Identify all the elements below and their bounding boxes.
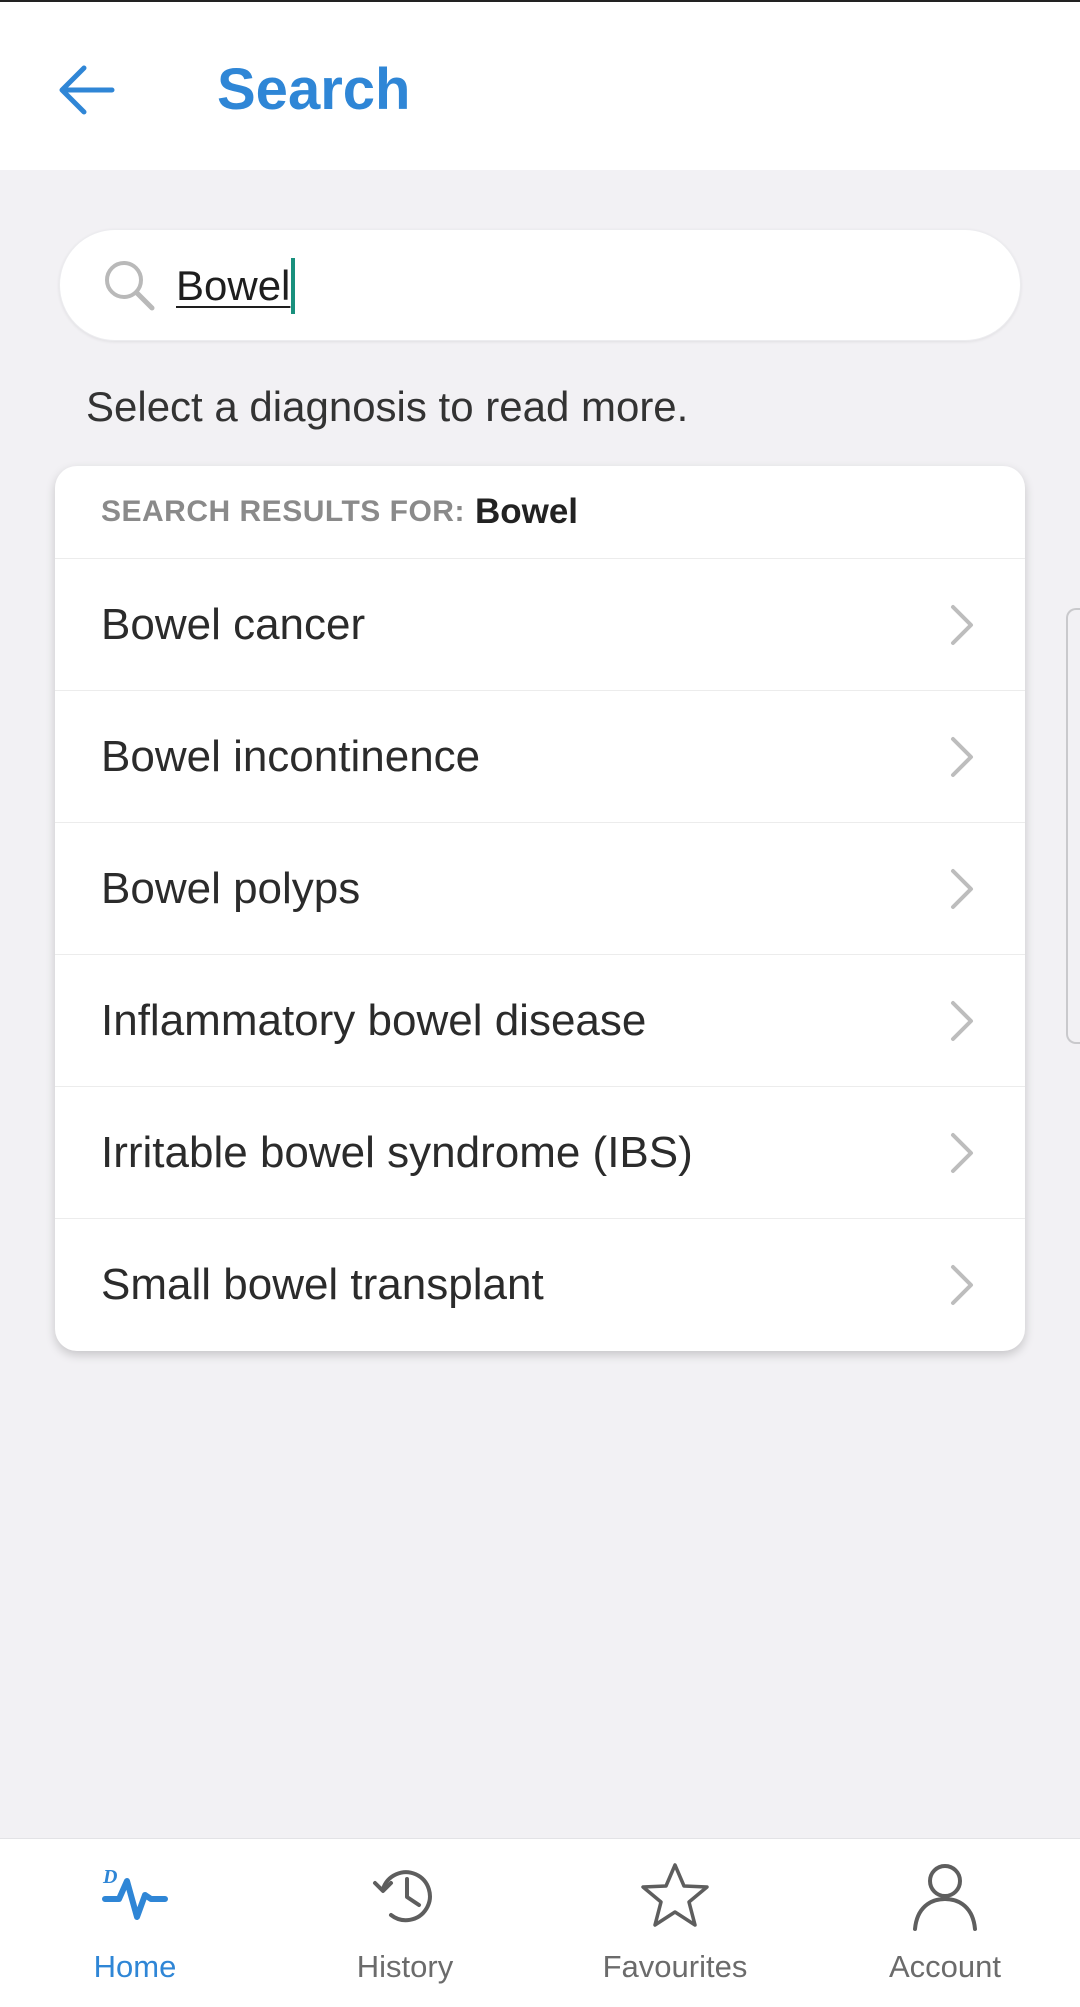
nav-item-account[interactable]: Account — [810, 1839, 1080, 2007]
search-icon — [105, 261, 155, 311]
result-item-inflammatory-bowel-disease[interactable]: Inflammatory bowel disease — [55, 955, 1025, 1087]
chevron-right-icon — [951, 737, 973, 777]
history-clock-icon — [373, 1870, 432, 1923]
result-item-label: Irritable bowel syndrome (IBS) — [101, 1127, 693, 1177]
nav-label: History — [356, 1949, 454, 1984]
arrow-left-icon — [59, 65, 115, 115]
result-item-label: Bowel incontinence — [101, 731, 481, 781]
home-pulse-icon: D — [102, 1866, 168, 1920]
app-header: Search — [0, 2, 1080, 170]
star-icon — [641, 1863, 709, 1927]
page-title: Search — [217, 57, 411, 122]
search-field-value[interactable]: Bowel — [176, 258, 296, 314]
search-input[interactable]: Bowel — [59, 229, 1021, 341]
bottom-navigation: D Home History Favourites Account — [0, 1838, 1080, 2007]
results-header: SEARCH RESULTS FOR: Bowel — [55, 466, 1025, 559]
nav-label: Home — [93, 1949, 177, 1984]
results-label: SEARCH RESULTS FOR: — [101, 495, 465, 528]
results-card: SEARCH RESULTS FOR: Bowel Bowel cancer B… — [55, 466, 1025, 1351]
instruction-text: Select a diagnosis to read more. — [86, 383, 689, 430]
results-term: Bowel — [474, 492, 579, 531]
side-panel-handle[interactable] — [1066, 608, 1080, 1044]
person-icon — [913, 1864, 977, 1931]
result-item-label: Small bowel transplant — [101, 1260, 544, 1309]
chevron-right-icon — [951, 1133, 973, 1173]
result-item-label: Bowel polyps — [101, 863, 361, 913]
result-item-bowel-incontinence[interactable]: Bowel incontinence — [55, 691, 1025, 823]
result-item-label: Inflammatory bowel disease — [101, 995, 647, 1045]
result-item-bowel-cancer[interactable]: Bowel cancer — [55, 559, 1025, 691]
nav-item-history[interactable]: History — [270, 1839, 540, 2007]
chevron-right-icon — [951, 869, 973, 909]
nav-label: Favourites — [602, 1949, 748, 1984]
result-item-small-bowel-transplant[interactable]: Small bowel transplant — [55, 1219, 1025, 1351]
result-item-bowel-polyps[interactable]: Bowel polyps — [55, 823, 1025, 955]
result-item-irritable-bowel-syndrome[interactable]: Irritable bowel syndrome (IBS) — [55, 1087, 1025, 1219]
text-cursor — [291, 258, 296, 314]
chevron-right-icon — [951, 1001, 973, 1041]
chevron-right-icon — [951, 605, 973, 645]
chevron-right-icon — [951, 1265, 973, 1305]
result-item-label: Bowel cancer — [101, 599, 366, 649]
svg-text:D: D — [102, 1866, 117, 1888]
nav-label: Account — [888, 1949, 1001, 1984]
nav-item-favourites[interactable]: Favourites — [540, 1839, 810, 2007]
back-button[interactable] — [40, 44, 132, 136]
nav-item-home[interactable]: D Home — [0, 1839, 270, 2007]
search-query-text: Bowel — [176, 262, 291, 309]
